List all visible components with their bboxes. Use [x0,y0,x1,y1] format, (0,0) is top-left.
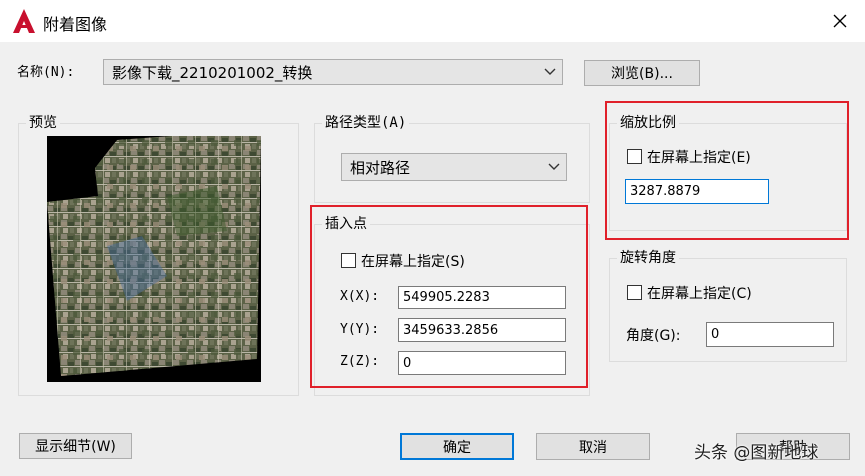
chevron-down-icon [544,64,556,80]
title-bar: 附着图像 [0,0,865,42]
name-dropdown[interactable]: 影像下载_2210201002_转换 [103,59,563,85]
cancel-label: 取消 [579,439,607,456]
preview-legend: 预览 [26,112,60,132]
ok-label: 确定 [443,439,471,456]
path-type-value: 相对路径 [350,158,411,177]
show-details-label: 显示细节(W) [35,439,116,455]
angle-label: 角度(G): [626,328,681,344]
rotation-specify-label: 在屏幕上指定(C) [647,286,752,302]
rotation-specify-checkbox[interactable] [627,285,642,300]
cancel-button[interactable]: 取消 [536,433,650,460]
satellite-image-thumbnail [47,136,261,376]
rotation-legend: 旋转角度 [617,247,679,267]
window-title: 附着图像 [43,15,108,34]
path-type-legend: 路径类型(A) [322,112,410,132]
ok-button[interactable]: 确定 [400,433,514,460]
close-icon [833,14,847,28]
show-details-button[interactable]: 显示细节(W) [19,433,132,459]
image-preview [47,136,261,382]
path-type-dropdown[interactable]: 相对路径 [341,153,567,181]
browse-button-label: 浏览(B)... [611,66,673,82]
insertion-highlight-box [310,205,588,388]
close-button[interactable] [823,6,857,36]
name-label: 名称(N): [17,65,75,80]
watermark-text: 头条 @图新地球 [694,443,819,463]
chevron-down-icon [548,159,560,175]
name-dropdown-value: 影像下载_2210201002_转换 [112,63,313,82]
browse-button[interactable]: 浏览(B)... [584,60,700,86]
scale-highlight-box [605,101,849,240]
angle-input[interactable]: 0 [706,322,834,347]
autocad-logo-icon [12,8,36,34]
